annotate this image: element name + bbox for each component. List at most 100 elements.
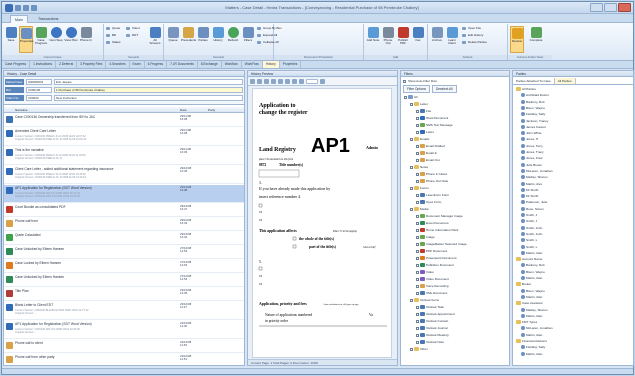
party-item[interactable]: Julie Brown bbox=[521, 162, 542, 168]
detail-code[interactable]: A00000001 bbox=[26, 79, 52, 85]
bill-button[interactable]: Bill bbox=[106, 33, 116, 38]
detail-code[interactable]: C00433 bbox=[26, 95, 52, 101]
filter-node[interactable]: Outlook Meeting bbox=[416, 333, 449, 338]
tab-progress[interactable]: 6.Progress bbox=[145, 61, 168, 68]
save-copy-icon[interactable] bbox=[257, 79, 262, 84]
filter-node[interactable]: Outlook Note bbox=[416, 340, 444, 345]
deselect-all-button[interactable]: Deselect All bbox=[431, 85, 457, 93]
filter-node[interactable]: All bbox=[404, 95, 417, 100]
filter-checkbox[interactable] bbox=[416, 243, 419, 246]
phone-out-button[interactable]: Phone Out bbox=[381, 26, 395, 53]
phone-in-button[interactable]: Phone In bbox=[79, 26, 93, 53]
history-list[interactable]: Case C000136 Ownership transferred from … bbox=[4, 114, 244, 366]
party-item[interactable]: Smith, John bbox=[521, 225, 542, 231]
maximize-button[interactable] bbox=[604, 3, 617, 12]
filter-checkbox[interactable] bbox=[410, 166, 413, 169]
print-icon[interactable] bbox=[250, 79, 255, 84]
filter-checkbox[interactable] bbox=[416, 285, 419, 288]
filter-node[interactable]: Publisher Document bbox=[416, 263, 454, 268]
detail-code[interactable]: C000136 bbox=[26, 87, 52, 93]
filter-node[interactable]: Excel Document bbox=[416, 221, 449, 226]
party-item[interactable]: Martin, Alan bbox=[521, 351, 542, 357]
party-item[interactable]: Banbury, Rob bbox=[521, 99, 545, 105]
tab-workflow-2[interactable]: WorkFlow bbox=[242, 61, 263, 68]
tab-lr-documents[interactable]: 7.LR Documents bbox=[167, 61, 198, 68]
filter-node[interactable]: Image bbox=[416, 235, 435, 240]
party-item[interactable]: Fielding, Sally bbox=[521, 345, 545, 350]
filter-node[interactable]: LaserForm Form bbox=[416, 193, 449, 198]
party-item[interactable]: Smith, L bbox=[521, 244, 537, 250]
filter-checkbox[interactable] bbox=[410, 187, 413, 190]
qat-save-icon[interactable] bbox=[15, 5, 21, 11]
qat-undo-icon[interactable] bbox=[23, 5, 29, 11]
party-group[interactable]: Financial Advisers bbox=[516, 339, 547, 344]
filter-checkbox[interactable] bbox=[416, 194, 419, 197]
zoom-select[interactable] bbox=[306, 79, 318, 84]
filter-checkbox[interactable] bbox=[416, 180, 419, 183]
party-item[interactable]: Martin, Alan bbox=[521, 332, 542, 338]
properties-button[interactable]: Properties bbox=[19, 26, 34, 53]
ribbon-tab-transactions[interactable]: Transactions bbox=[34, 15, 62, 23]
history-row[interactable]: AP1 Application for Registration (SDT Wo… bbox=[4, 185, 244, 203]
filter-checkbox[interactable] bbox=[410, 299, 413, 302]
party-item[interactable]: McLaren, Jonathan bbox=[521, 168, 553, 174]
filter-checkbox[interactable] bbox=[416, 306, 419, 309]
party-item[interactable]: Martin, Alan bbox=[521, 294, 542, 300]
history-row[interactable]: Case Unlocked by Eileen Hansen 27/10/08 1… bbox=[4, 274, 244, 287]
first-page-icon[interactable] bbox=[264, 79, 269, 84]
tab-properties[interactable]: Properties bbox=[280, 61, 302, 68]
filter-checkbox[interactable] bbox=[410, 208, 413, 211]
filter-checkbox[interactable] bbox=[410, 103, 413, 106]
filter-checkbox[interactable] bbox=[416, 250, 419, 253]
filter-checkbox[interactable] bbox=[416, 292, 419, 295]
fax-button[interactable]: Fax bbox=[411, 26, 425, 53]
history-row[interactable]: AP1 Application for Registration (SDT Wo… bbox=[4, 321, 244, 339]
queue-button[interactable]: Queue bbox=[166, 26, 180, 53]
tab-all-parties[interactable]: All Parties bbox=[554, 78, 576, 84]
party-item[interactable]: Martin, Alan bbox=[521, 313, 542, 319]
column-narrative[interactable]: Narrative bbox=[15, 107, 28, 113]
filter-node[interactable]: Powerpoint Document bbox=[416, 256, 456, 261]
filter-node[interactable]: Phone In Notes bbox=[416, 172, 447, 177]
filter-node[interactable]: SMS Text Message bbox=[416, 123, 453, 128]
history-row[interactable]: Case Locked by Eileen Hansen 27/10/08 12:… bbox=[4, 260, 244, 273]
party-item[interactable]: Banbury, Rob bbox=[521, 263, 545, 268]
qat-redo-icon[interactable] bbox=[31, 5, 37, 11]
refresh-button[interactable]: Refresh bbox=[226, 26, 240, 53]
filter-node[interactable]: Phone Out Note bbox=[416, 179, 448, 184]
case-progress-button[interactable]: Case Progress bbox=[34, 26, 48, 53]
filter-checkbox[interactable] bbox=[416, 215, 419, 218]
party-item[interactable]: Smith, J bbox=[521, 219, 537, 224]
filter-checkbox[interactable] bbox=[416, 341, 419, 344]
review-button[interactable]: Review bbox=[510, 26, 524, 53]
party-item[interactable]: McLaren, Jonathan bbox=[521, 326, 553, 331]
party-item[interactable]: Bison, Wayne bbox=[521, 269, 545, 275]
minimize-button[interactable] bbox=[590, 3, 603, 12]
history-row[interactable]: Phone call to client 22/10/08 11:53 bbox=[4, 340, 244, 353]
add-note-button[interactable]: Add Note bbox=[366, 26, 380, 53]
filter-node[interactable]: Email In bbox=[416, 151, 437, 156]
filter-node[interactable]: Video Document bbox=[416, 277, 449, 282]
party-item[interactable]: Madley, Sharon bbox=[521, 307, 547, 313]
filter-node[interactable]: Other bbox=[410, 347, 428, 352]
column-date[interactable]: Date bbox=[180, 107, 187, 113]
party-group[interactable]: All Parties bbox=[516, 87, 536, 92]
next-step-button[interactable]: Next Step bbox=[49, 26, 63, 53]
client-button[interactable]: Client bbox=[126, 26, 140, 31]
filter-node[interactable]: Outlook Appointment bbox=[416, 312, 455, 317]
filter-checkbox[interactable] bbox=[416, 173, 419, 176]
zoom-out-icon[interactable] bbox=[299, 79, 304, 84]
party-item[interactable]: James Cancer bbox=[521, 124, 546, 130]
ddt-button[interactable]: DDT bbox=[126, 33, 138, 38]
filter-options-button[interactable]: Filter Options bbox=[403, 85, 430, 93]
filters-button[interactable]: Filters bbox=[241, 26, 255, 53]
filter-node[interactable]: Forms bbox=[410, 186, 429, 191]
parties-button[interactable]: Parties bbox=[196, 26, 210, 53]
filter-node[interactable]: Fax bbox=[416, 109, 431, 114]
filter-node[interactable]: Oyez Form bbox=[416, 200, 441, 205]
tab-case-progress[interactable]: Case Progress bbox=[2, 61, 31, 68]
filter-checkbox[interactable] bbox=[416, 222, 419, 225]
filter-node[interactable]: Letter bbox=[410, 102, 428, 107]
history-row[interactable]: Client Care Letter - added additional st… bbox=[4, 166, 244, 184]
filter-checkbox[interactable] bbox=[416, 229, 419, 232]
